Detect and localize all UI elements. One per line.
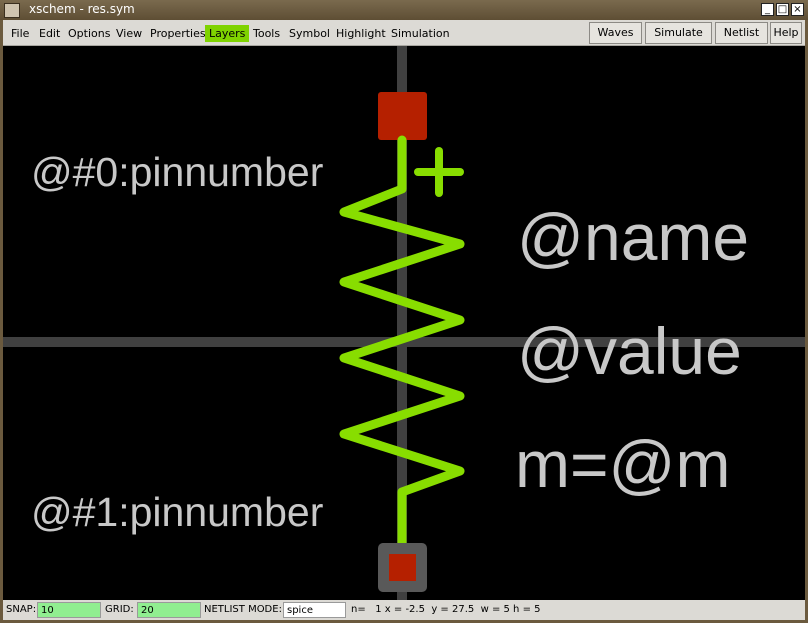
grid-field[interactable]: 20: [137, 602, 201, 618]
pin-bottom[interactable]: [389, 554, 416, 581]
menu-simulation[interactable]: Simulation: [387, 25, 454, 42]
pin0-label: @#0:pinnumber: [31, 149, 323, 195]
grid-label: GRID:: [105, 604, 134, 615]
window-title: xschem - res.sym: [29, 2, 135, 16]
maximize-button[interactable]: □: [776, 3, 789, 16]
menu-edit[interactable]: Edit: [35, 25, 64, 42]
snap-field[interactable]: 10: [37, 602, 101, 618]
waves-button[interactable]: Waves: [589, 22, 642, 44]
pin1-label: @#1:pinnumber: [31, 489, 323, 535]
menu-bar: File Edit Options View Properties Layers…: [3, 20, 805, 46]
name-label: @name: [517, 200, 749, 274]
close-button[interactable]: ×: [791, 3, 804, 16]
menu-file[interactable]: File: [7, 25, 33, 42]
menu-symbol[interactable]: Symbol: [285, 25, 334, 42]
status-bar: SNAP: 10 GRID: 20 NETLIST MODE: spice n=…: [3, 600, 805, 620]
netlist-mode-field[interactable]: spice: [283, 602, 346, 618]
menu-properties[interactable]: Properties: [146, 25, 210, 42]
netlist-mode-label: NETLIST MODE:: [204, 604, 282, 615]
minimize-button[interactable]: _: [761, 3, 774, 16]
menu-highlight[interactable]: Highlight: [332, 25, 390, 42]
help-button[interactable]: Help: [770, 22, 802, 44]
menu-layers[interactable]: Layers: [205, 25, 250, 42]
netlist-button[interactable]: Netlist: [715, 22, 768, 44]
menu-options[interactable]: Options: [64, 25, 114, 42]
symbol-drawing: @#0:pinnumber @#1:pinnumber @name @value…: [3, 46, 805, 600]
menu-tools[interactable]: Tools: [249, 25, 284, 42]
coordinates-readout: n= 1 x = -2.5 y = 27.5 w = 5 h = 5: [351, 604, 541, 615]
simulate-button[interactable]: Simulate: [645, 22, 712, 44]
pin-top[interactable]: [378, 92, 427, 140]
menu-view[interactable]: View: [112, 25, 146, 42]
value-label: @value: [517, 314, 742, 388]
snap-label: SNAP:: [6, 604, 37, 615]
m-label: m=@m: [515, 427, 731, 501]
app-icon: [4, 3, 20, 18]
title-bar: xschem - res.sym _ □ ×: [0, 0, 808, 20]
schematic-canvas[interactable]: @#0:pinnumber @#1:pinnumber @name @value…: [3, 46, 805, 600]
